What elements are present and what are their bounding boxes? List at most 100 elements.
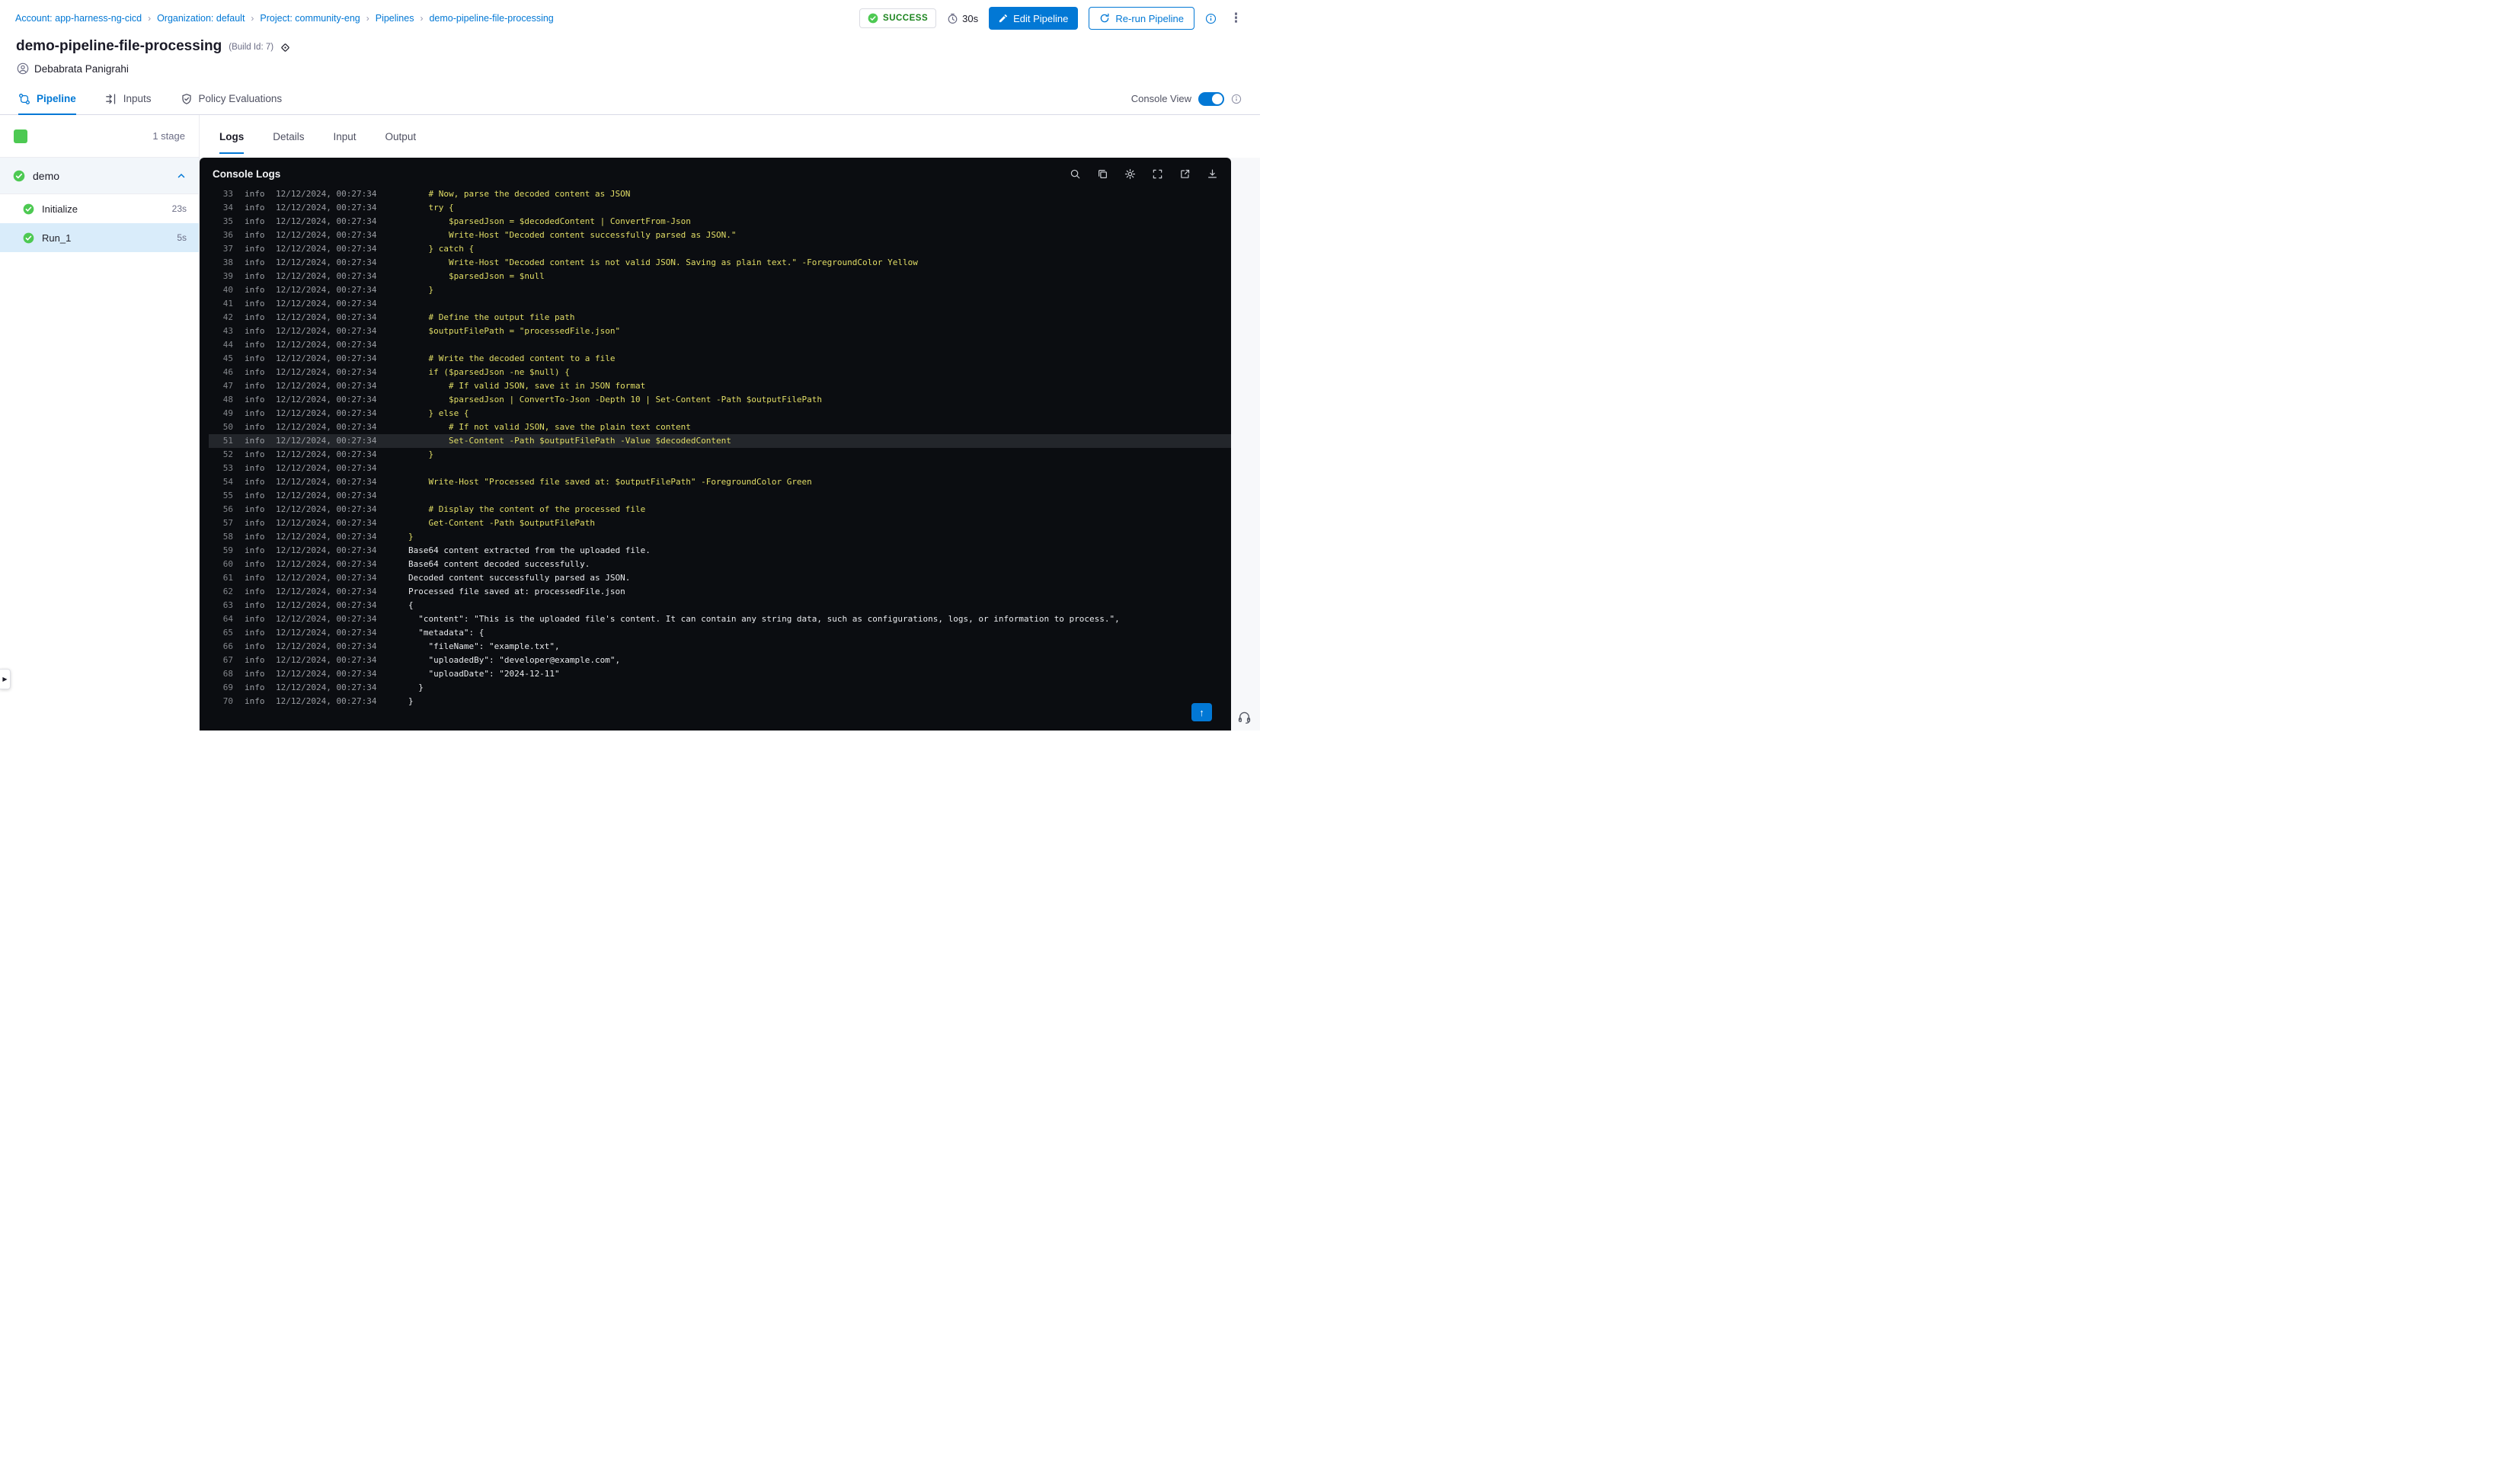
step-row-initialize[interactable]: Initialize 23s — [0, 194, 199, 223]
log-line-34[interactable]: 34 info 12/12/2024, 00:27:34 try { — [209, 201, 1231, 215]
breadcrumb-item[interactable]: demo-pipeline-file-processing — [429, 13, 553, 24]
log-line-number: 67 — [222, 655, 233, 665]
log-line-48[interactable]: 48 info 12/12/2024, 00:27:34 $parsedJson |… — [209, 393, 1231, 407]
log-line-62[interactable]: 62 info 12/12/2024, 00:27:34 Processed file… — [209, 585, 1231, 599]
step-list: Initialize 23s Run_1 5s — [0, 194, 199, 252]
edit-pipeline-button[interactable]: Edit Pipeline — [989, 7, 1079, 30]
log-line-44[interactable]: 44 info 12/12/2024, 00:27:34 — [209, 338, 1231, 352]
stage-status-square[interactable] — [14, 129, 27, 143]
scroll-to-top-button[interactable]: ↑ — [1191, 703, 1212, 721]
log-line-69[interactable]: 69 info 12/12/2024, 00:27:34 } — [209, 681, 1231, 695]
log-line-64[interactable]: 64 info 12/12/2024, 00:27:34 "content": "T… — [209, 612, 1231, 626]
log-level: info — [245, 326, 265, 336]
breadcrumb-item[interactable]: Project: community-eng — [260, 13, 360, 24]
log-line-36[interactable]: 36 info 12/12/2024, 00:27:34 Write-Host "D… — [209, 229, 1231, 242]
page-title: demo-pipeline-file-processing — [16, 38, 222, 54]
log-line-number: 55 — [222, 491, 233, 500]
log-line-42[interactable]: 42 info 12/12/2024, 00:27:34 # Define the … — [209, 311, 1231, 324]
log-line-66[interactable]: 66 info 12/12/2024, 00:27:34 "fileName": "… — [209, 640, 1231, 654]
settings-gear-icon[interactable] — [1124, 168, 1136, 180]
log-line-38[interactable]: 38 info 12/12/2024, 00:27:34 Write-Host "D… — [209, 256, 1231, 270]
log-tab-output[interactable]: Output — [385, 115, 417, 158]
inputs-icon — [105, 93, 117, 105]
status-text: SUCCESS — [883, 14, 929, 23]
log-timestamp: 12/12/2024, 00:27:34 — [276, 683, 377, 692]
log-level: info — [245, 422, 265, 432]
console-view-toggle[interactable] — [1198, 91, 1224, 106]
log-line-40[interactable]: 40 info 12/12/2024, 00:27:34 } — [209, 283, 1231, 297]
log-timestamp: 12/12/2024, 00:27:34 — [276, 587, 377, 596]
support-headset-icon[interactable] — [1237, 710, 1252, 724]
download-icon[interactable] — [1207, 168, 1218, 180]
log-line-52[interactable]: 52 info 12/12/2024, 00:27:34 } — [209, 448, 1231, 462]
console-view-info-icon[interactable] — [1231, 94, 1242, 104]
log-line-51[interactable]: 51 info 12/12/2024, 00:27:34 Set-Content -… — [209, 434, 1231, 448]
log-line-61[interactable]: 61 info 12/12/2024, 00:27:34 Decoded conten… — [209, 571, 1231, 585]
rerun-pipeline-button[interactable]: Re-run Pipeline — [1089, 7, 1194, 30]
tab-policy-evaluations[interactable]: Policy Evaluations — [181, 83, 282, 114]
tab-pipeline[interactable]: Pipeline — [18, 83, 76, 115]
log-line-53[interactable]: 53 info 12/12/2024, 00:27:34 — [209, 462, 1231, 475]
breadcrumb-item[interactable]: Pipelines — [376, 13, 414, 24]
log-timestamp: 12/12/2024, 00:27:34 — [276, 696, 377, 706]
log-tab-input[interactable]: Input — [334, 115, 357, 158]
log-line-59[interactable]: 59 info 12/12/2024, 00:27:34 Base64 content… — [209, 544, 1231, 558]
log-line-63[interactable]: 63 info 12/12/2024, 00:27:34 { — [209, 599, 1231, 612]
log-line-60[interactable]: 60 info 12/12/2024, 00:27:34 Base64 content… — [209, 558, 1231, 571]
log-line-54[interactable]: 54 info 12/12/2024, 00:27:34 Write-Host "P… — [209, 475, 1231, 489]
log-timestamp: 12/12/2024, 00:27:34 — [276, 353, 377, 363]
copy-icon[interactable] — [1097, 168, 1108, 180]
log-timestamp: 12/12/2024, 00:27:34 — [276, 340, 377, 350]
log-line-65[interactable]: 65 info 12/12/2024, 00:27:34 "metadata": { — [209, 626, 1231, 640]
log-line-70[interactable]: 70 info 12/12/2024, 00:27:34} — [209, 695, 1231, 708]
log-line-33[interactable]: 33 info 12/12/2024, 00:27:34 # Now, parse … — [209, 190, 1231, 201]
log-line-number: 36 — [222, 230, 233, 240]
log-line-58[interactable]: 58 info 12/12/2024, 00:27:34} — [209, 530, 1231, 544]
log-line-50[interactable]: 50 info 12/12/2024, 00:27:34 # If not vali… — [209, 420, 1231, 434]
pipeline-icon — [18, 93, 30, 105]
step-row-run_1[interactable]: Run_1 5s — [0, 223, 199, 252]
log-line-number: 41 — [222, 299, 233, 309]
log-line-number: 51 — [222, 436, 233, 446]
stage-count-row: 1 stage — [0, 115, 199, 158]
info-icon[interactable] — [1205, 13, 1217, 24]
stage-group-demo[interactable]: demo — [0, 158, 199, 194]
chevron-up-icon[interactable] — [177, 171, 186, 181]
log-line-37[interactable]: 37 info 12/12/2024, 00:27:34 } catch { — [209, 242, 1231, 256]
pencil-icon — [999, 14, 1008, 23]
fullscreen-icon[interactable] — [1152, 168, 1163, 180]
kebab-menu-icon[interactable]: ⋮ — [1227, 11, 1245, 26]
log-line-46[interactable]: 46 info 12/12/2024, 00:27:34 if ($parsedJs… — [209, 366, 1231, 379]
log-line-number: 34 — [222, 203, 233, 213]
log-line-39[interactable]: 39 info 12/12/2024, 00:27:34 $parsedJson =… — [209, 270, 1231, 283]
log-line-35[interactable]: 35 info 12/12/2024, 00:27:34 $parsedJson =… — [209, 215, 1231, 229]
log-line-47[interactable]: 47 info 12/12/2024, 00:27:34 # If valid JS… — [209, 379, 1231, 393]
log-tab-logs[interactable]: Logs — [219, 115, 245, 158]
log-line-56[interactable]: 56 info 12/12/2024, 00:27:34 # Display the… — [209, 503, 1231, 516]
log-line-45[interactable]: 45 info 12/12/2024, 00:27:34 # Write the d… — [209, 352, 1231, 366]
log-text: # Define the output file path — [408, 312, 575, 322]
log-line-55[interactable]: 55 info 12/12/2024, 00:27:34 — [209, 489, 1231, 503]
search-icon[interactable] — [1070, 168, 1081, 180]
log-timestamp: 12/12/2024, 00:27:34 — [276, 559, 377, 569]
log-tab-details[interactable]: Details — [273, 115, 304, 158]
log-text: Base64 content decoded successfully. — [408, 559, 590, 569]
log-line-67[interactable]: 67 info 12/12/2024, 00:27:34 "uploadedBy":… — [209, 654, 1231, 667]
log-text: $outputFilePath = "processedFile.json" — [408, 326, 621, 336]
breadcrumb-item[interactable]: Organization: default — [157, 13, 245, 24]
log-text: Base64 content extracted from the upload… — [408, 545, 651, 555]
log-timestamp: 12/12/2024, 00:27:34 — [276, 518, 377, 528]
open-in-new-icon[interactable] — [1179, 168, 1191, 180]
log-line-49[interactable]: 49 info 12/12/2024, 00:27:34 } else { — [209, 407, 1231, 420]
log-line-57[interactable]: 57 info 12/12/2024, 00:27:34 Get-Content -… — [209, 516, 1231, 530]
log-timestamp: 12/12/2024, 00:27:34 — [276, 491, 377, 500]
log-line-68[interactable]: 68 info 12/12/2024, 00:27:34 "uploadDate":… — [209, 667, 1231, 681]
console-view-control: Console View — [1131, 83, 1242, 114]
tab-inputs[interactable]: Inputs — [105, 83, 152, 114]
log-line-43[interactable]: 43 info 12/12/2024, 00:27:34 $outputFilePa… — [209, 324, 1231, 338]
log-line-41[interactable]: 41 info 12/12/2024, 00:27:34 — [209, 297, 1231, 311]
log-line-number: 65 — [222, 628, 233, 638]
log-timestamp: 12/12/2024, 00:27:34 — [276, 381, 377, 391]
breadcrumb-item[interactable]: Account: app-harness-ng-cicd — [15, 13, 142, 24]
sidebar-expand-handle[interactable]: ▶ — [0, 669, 11, 689]
